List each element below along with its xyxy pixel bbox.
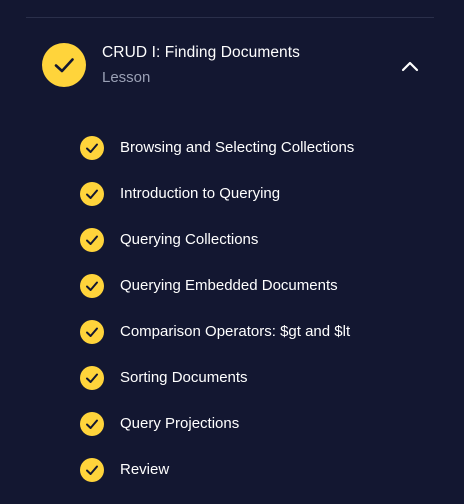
- lesson-item-label: Querying Embedded Documents: [120, 277, 338, 294]
- lesson-item[interactable]: Review: [80, 458, 354, 504]
- lesson-item[interactable]: Query Projections: [80, 412, 354, 458]
- check-circle-icon: [42, 43, 86, 87]
- check-circle-icon: [80, 228, 104, 252]
- lesson-type-label: Lesson: [102, 69, 151, 86]
- lesson-item[interactable]: Sorting Documents: [80, 366, 354, 412]
- lesson-item-label: Introduction to Querying: [120, 185, 281, 202]
- lesson-item[interactable]: Querying Collections: [80, 228, 354, 274]
- chevron-up-icon: [401, 61, 419, 72]
- lesson-item-list: Browsing and Selecting Collections Intro…: [80, 136, 354, 504]
- lesson-title: CRUD I: Finding Documents: [102, 44, 301, 61]
- lesson-header[interactable]: CRUD I: Finding Documents Lesson: [26, 38, 434, 94]
- lesson-item[interactable]: Querying Embedded Documents: [80, 274, 354, 320]
- collapse-button[interactable]: [400, 56, 420, 76]
- lesson-item-label: Sorting Documents: [120, 369, 248, 386]
- lesson-item-label: Comparison Operators: $gt and $lt: [120, 323, 351, 340]
- check-circle-icon: [80, 366, 104, 390]
- lesson-item-label: Query Projections: [120, 415, 240, 432]
- check-circle-icon: [80, 458, 104, 482]
- lesson-item-label: Browsing and Selecting Collections: [120, 139, 355, 156]
- lesson-item[interactable]: Browsing and Selecting Collections: [80, 136, 354, 182]
- check-circle-icon: [80, 274, 104, 298]
- check-circle-icon: [80, 182, 104, 206]
- check-circle-icon: [80, 320, 104, 344]
- section-divider: [26, 17, 434, 18]
- lesson-item[interactable]: Introduction to Querying: [80, 182, 354, 228]
- lesson-item-label: Review: [120, 461, 170, 478]
- check-circle-icon: [80, 412, 104, 436]
- lesson-item-label: Querying Collections: [120, 231, 259, 248]
- lesson-item[interactable]: Comparison Operators: $gt and $lt: [80, 320, 354, 366]
- check-circle-icon: [80, 136, 104, 160]
